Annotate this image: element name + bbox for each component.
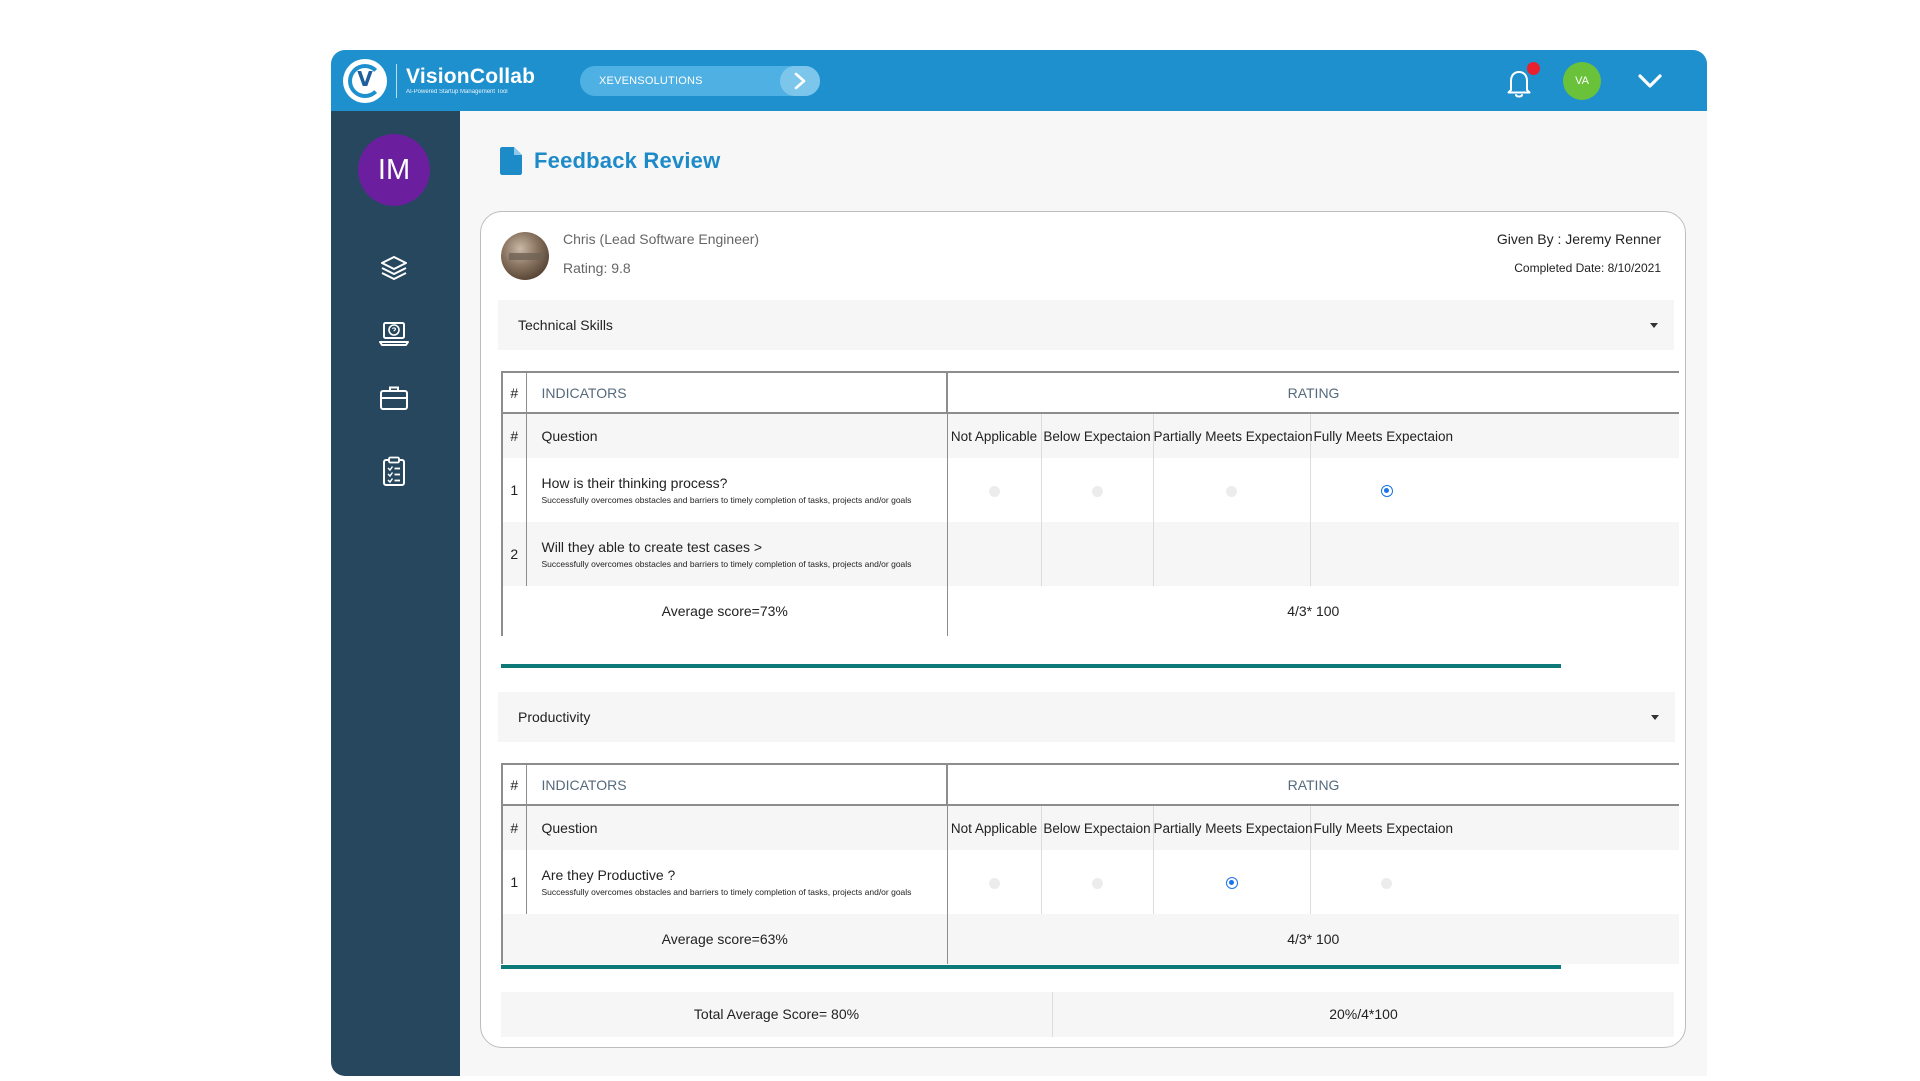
question-description: Successfully overcomes obstacles and bar…: [541, 495, 912, 505]
question-header: Question: [526, 804, 948, 850]
indicators-header: INDICATORS: [526, 371, 948, 413]
sidebar: IM: [331, 111, 460, 1076]
user-avatar[interactable]: VA: [1563, 62, 1601, 100]
table-header-row: # INDICATORS RATING: [501, 371, 1680, 413]
page-title: Feedback Review: [500, 147, 720, 175]
logo-tagline: AI-Powered Startup Management Tool: [406, 89, 508, 95]
hash-header: #: [501, 412, 527, 458]
table-header-row: # INDICATORS RATING: [501, 763, 1680, 805]
app-window: V VisionCollab AI-Powered Startup Manage…: [331, 50, 1707, 1076]
logo-icon: V: [343, 59, 387, 103]
average-row: Average score=73% 4/3* 100: [501, 586, 1680, 636]
option-header-fully: Fully Meets Expectaion: [1310, 804, 1680, 850]
logo[interactable]: V VisionCollab AI-Powered Startup Manage…: [343, 58, 535, 104]
help-laptop-icon[interactable]: [377, 316, 411, 350]
option-header-below: Below Expectaion: [1041, 804, 1154, 850]
average-row: Average score=63% 4/3* 100: [501, 914, 1680, 964]
section-dropdown-technical-skills[interactable]: Technical Skills: [498, 300, 1674, 350]
rating-header: RATING: [947, 763, 1680, 805]
option-cell[interactable]: [947, 522, 1042, 586]
question-number: 1: [501, 850, 527, 914]
question-header-row: # Question Not Applicable Below Expectai…: [501, 804, 1680, 850]
organization-name: XEVENSOLUTIONS: [599, 75, 703, 87]
radio-below-expectation[interactable]: [1091, 877, 1103, 889]
question-header: Question: [526, 412, 948, 458]
hash-header: #: [501, 371, 527, 413]
radio-not-applicable[interactable]: [988, 877, 1000, 889]
feedback-card: Chris (Lead Software Engineer) Rating: 9…: [480, 211, 1686, 1048]
question-text: How is their thinking process?: [541, 475, 728, 491]
radio-not-applicable[interactable]: [988, 485, 1000, 497]
sidebar-avatar[interactable]: IM: [358, 134, 430, 206]
page-title-text: Feedback Review: [534, 148, 721, 173]
question-text: Will they able to create test cases >: [541, 539, 763, 555]
section-dropdown-productivity[interactable]: Productivity: [498, 692, 1675, 742]
radio-fully-meets-selected[interactable]: [1380, 485, 1393, 498]
person-rating: Rating: 9.8: [563, 260, 631, 276]
table-row: 1 How is their thinking process? Success…: [501, 458, 1680, 522]
hash-header: #: [501, 804, 527, 850]
question-header-row: # Question Not Applicable Below Expectai…: [501, 412, 1680, 458]
total-formula: 20%/4*100: [1329, 1006, 1398, 1022]
document-icon: [500, 147, 522, 175]
top-bar: V VisionCollab AI-Powered Startup Manage…: [331, 50, 1707, 111]
question-number: 2: [501, 522, 527, 586]
question-text: Are they Productive ?: [541, 867, 676, 883]
average-score: Average score=63%: [501, 914, 948, 964]
option-header-partially: Partially Meets Expectaion: [1153, 412, 1313, 458]
section-divider: [501, 664, 1561, 668]
option-cell[interactable]: [1153, 522, 1311, 586]
layers-icon[interactable]: [377, 251, 411, 285]
briefcase-icon[interactable]: [377, 381, 411, 415]
total-score-box: Total Average Score= 80% 20%/4*100: [501, 992, 1674, 1037]
person-photo: [501, 232, 549, 280]
logo-divider: [396, 64, 397, 98]
average-formula: 4/3* 100: [947, 914, 1680, 964]
organization-switcher[interactable]: XEVENSOLUTIONS: [580, 66, 820, 96]
option-cell[interactable]: [1310, 522, 1680, 586]
chevron-down-icon[interactable]: [1635, 70, 1665, 92]
average-formula: 4/3* 100: [947, 586, 1680, 636]
person-name: Chris (Lead Software Engineer): [563, 231, 760, 247]
option-header-not-applicable: Not Applicable: [947, 412, 1042, 458]
section-divider: [501, 965, 1561, 969]
rating-table-productivity: # INDICATORS RATING # Question Not Appli…: [501, 763, 1680, 964]
question-number: 1: [501, 458, 527, 522]
option-header-fully: Fully Meets Expectaion: [1310, 412, 1680, 458]
main-content: Feedback Review Chris (Lead Software Eng…: [460, 111, 1707, 1076]
clipboard-list-icon[interactable]: [377, 454, 411, 488]
total-average-score: Total Average Score= 80%: [501, 992, 1053, 1037]
given-by: Given By : Jeremy Renner: [1496, 231, 1661, 247]
question-description: Successfully overcomes obstacles and bar…: [541, 559, 912, 569]
notification-dot: [1527, 62, 1540, 75]
caret-down-icon: [1651, 715, 1659, 720]
question-description: Successfully overcomes obstacles and bar…: [541, 887, 912, 897]
hash-header: #: [501, 763, 527, 805]
radio-partially-meets[interactable]: [1226, 485, 1237, 497]
average-score: Average score=73%: [501, 586, 948, 636]
caret-down-icon: [1650, 323, 1658, 328]
chevron-right-icon: [794, 72, 806, 90]
option-header-partially: Partially Meets Expectaion: [1153, 804, 1313, 850]
rating-table-technical-skills: # INDICATORS RATING # Question Not Appli…: [501, 371, 1680, 636]
rating-header: RATING: [947, 371, 1680, 413]
option-header-below: Below Expectaion: [1041, 412, 1154, 458]
table-row: 2 Will they able to create test cases > …: [501, 522, 1680, 586]
indicators-header: INDICATORS: [526, 763, 948, 805]
section-title: Technical Skills: [518, 317, 613, 333]
section-title: Productivity: [518, 709, 591, 725]
radio-fully-meets[interactable]: [1380, 877, 1392, 889]
option-cell[interactable]: [1041, 522, 1154, 586]
table-row: 1 Are they Productive ? Successfully ove…: [501, 850, 1680, 914]
organization-go-button[interactable]: [780, 66, 820, 96]
radio-below-expectation[interactable]: [1091, 485, 1103, 497]
radio-partially-meets-selected[interactable]: [1225, 877, 1238, 890]
completed-date: Completed Date: 8/10/2021: [1514, 261, 1661, 275]
logo-name: VisionCollab: [406, 65, 536, 88]
option-header-not-applicable: Not Applicable: [947, 804, 1042, 850]
